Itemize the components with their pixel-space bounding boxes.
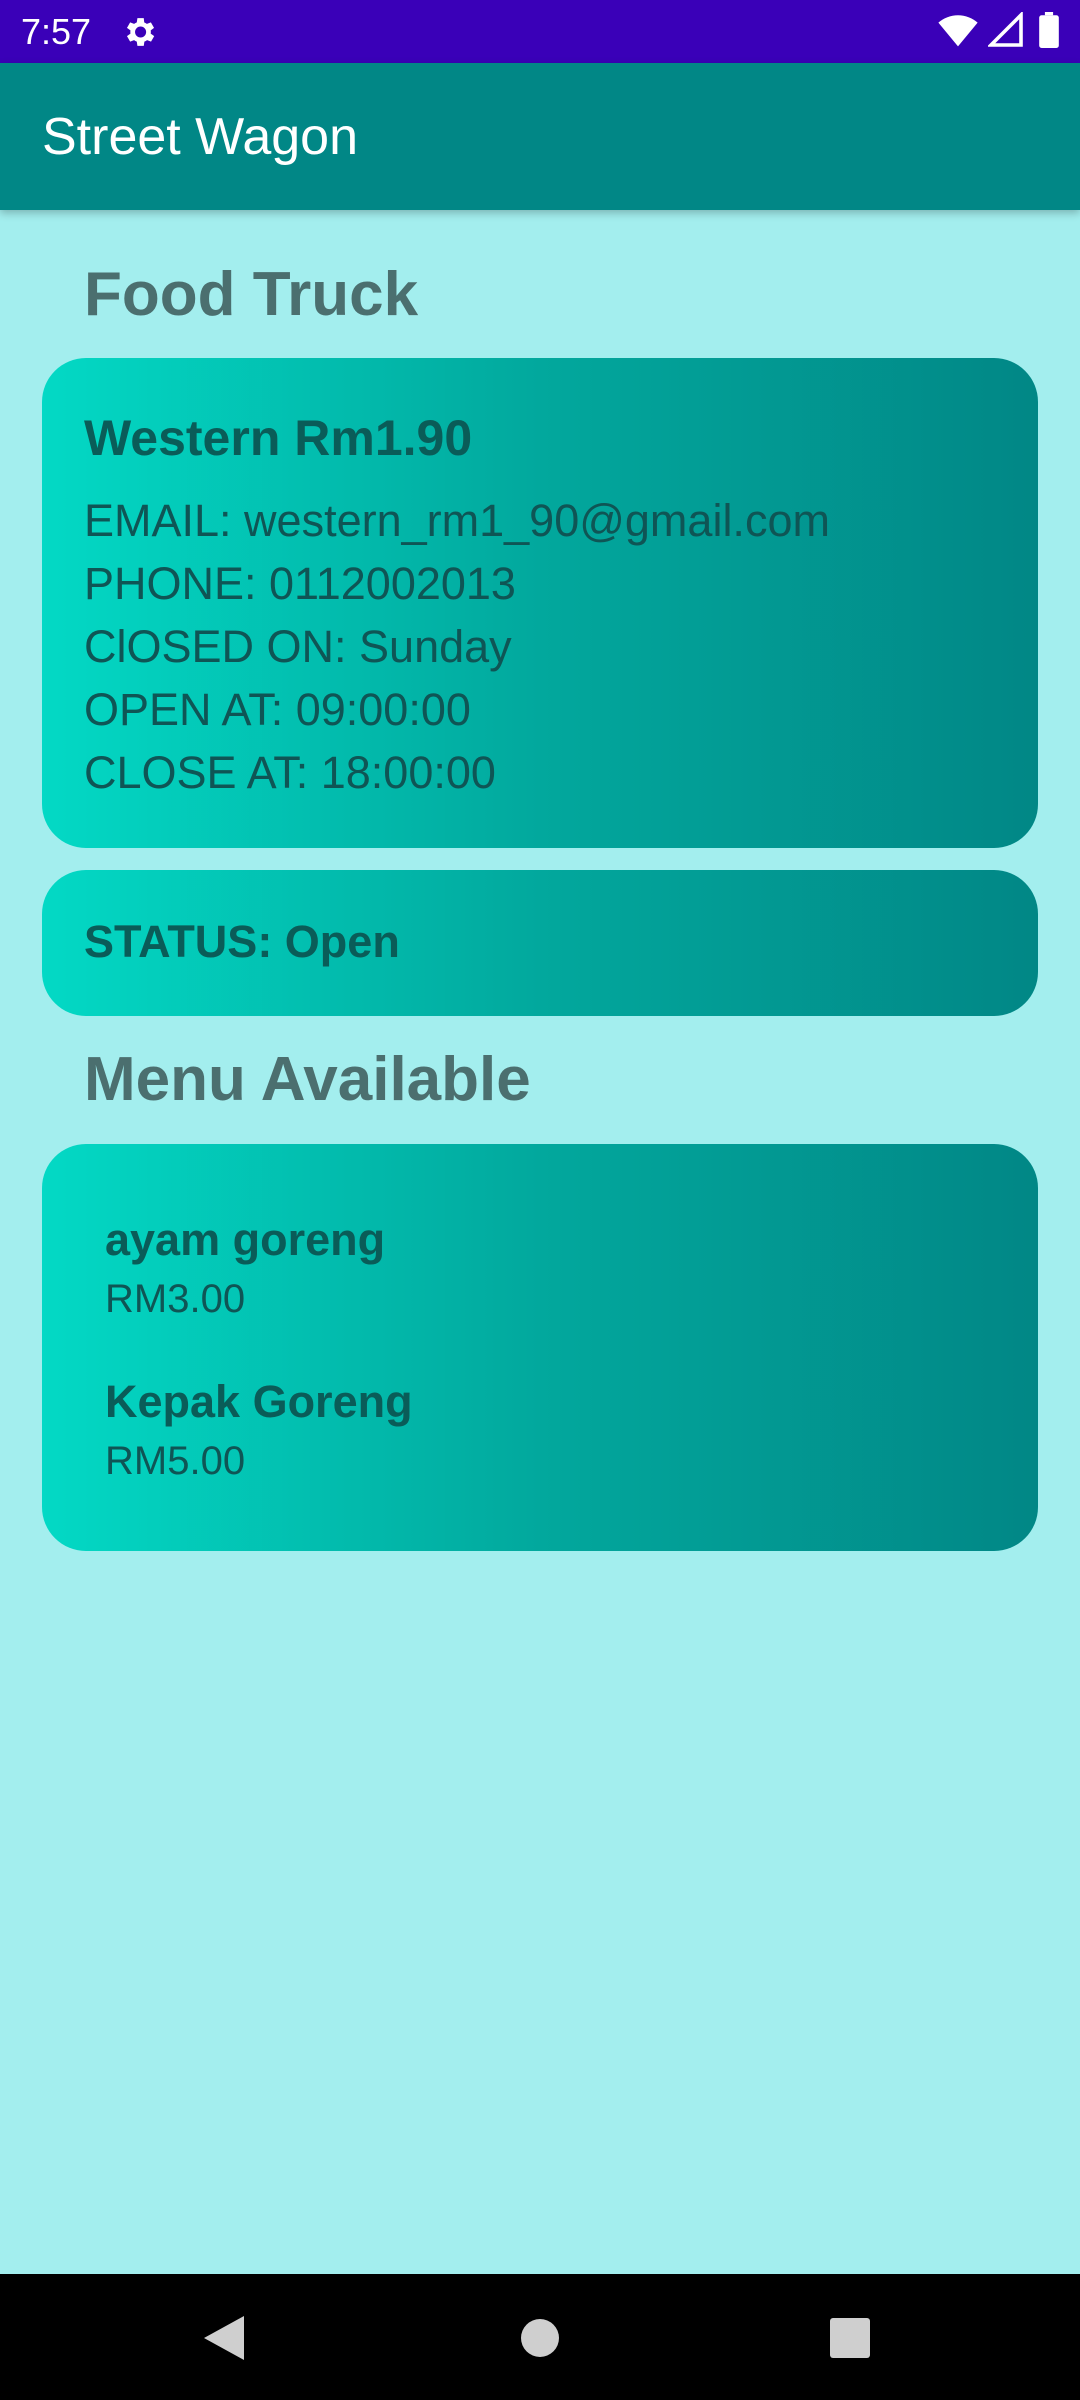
food-truck-heading: Food Truck [84, 260, 419, 329]
truck-close-at: CLOSE AT: 18:00:00 [84, 747, 496, 798]
app-title: Street Wagon [42, 108, 359, 166]
home-circle-icon[interactable] [520, 2318, 560, 2358]
status-time: 7:57 [21, 11, 92, 52]
menu-item-price: RM3.00 [105, 1277, 246, 1321]
menu-heading: Menu Available [84, 1045, 531, 1114]
truck-open-at: OPEN AT: 09:00:00 [84, 684, 471, 735]
truck-status: STATUS: Open [84, 916, 400, 967]
truck-phone: PHONE: 0112002013 [84, 558, 516, 609]
wifi-icon [938, 15, 978, 47]
menu-item-name[interactable]: ayam goreng [105, 1213, 385, 1267]
truck-info-card: Western Rm1.90 EMAIL: western_rm1_90@gma… [42, 358, 1038, 848]
gear-icon [126, 18, 155, 46]
back-triangle-icon[interactable] [204, 2316, 244, 2360]
recents-square-icon[interactable] [830, 2318, 870, 2358]
navigation-bar [0, 2274, 1080, 2400]
truck-name: Western Rm1.90 [84, 410, 473, 466]
truck-email: EMAIL: western_rm1_90@gmail.com [84, 495, 830, 546]
menu-item-price: RM5.00 [105, 1439, 246, 1483]
menu-item-name[interactable]: Kepak Goreng [105, 1375, 413, 1429]
battery-icon [1039, 12, 1059, 48]
status-card: STATUS: Open [42, 870, 1038, 1016]
app-bar: Street Wagon [0, 63, 1080, 210]
signal-icon [988, 12, 1023, 47]
status-bar: 7:57 [0, 0, 1080, 63]
truck-closed-on: ClOSED ON: Sunday [84, 621, 512, 672]
menu-card: ayam goreng RM3.00 Kepak Goreng RM5.00 [42, 1144, 1038, 1551]
